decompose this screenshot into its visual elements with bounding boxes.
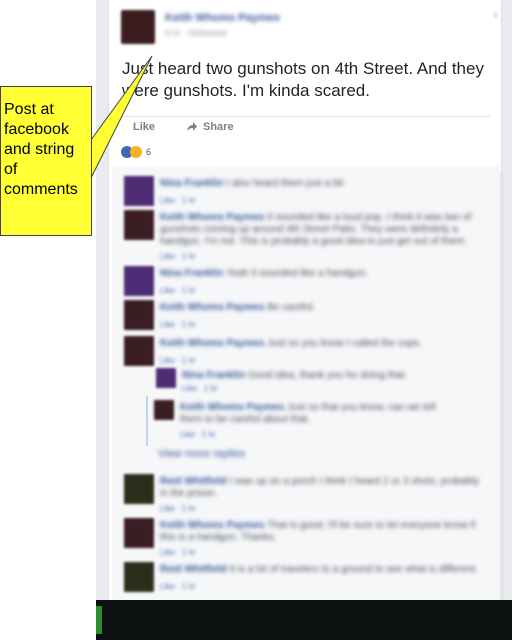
annotation-callout-text: Post at facebook and string of comments — [4, 101, 78, 198]
